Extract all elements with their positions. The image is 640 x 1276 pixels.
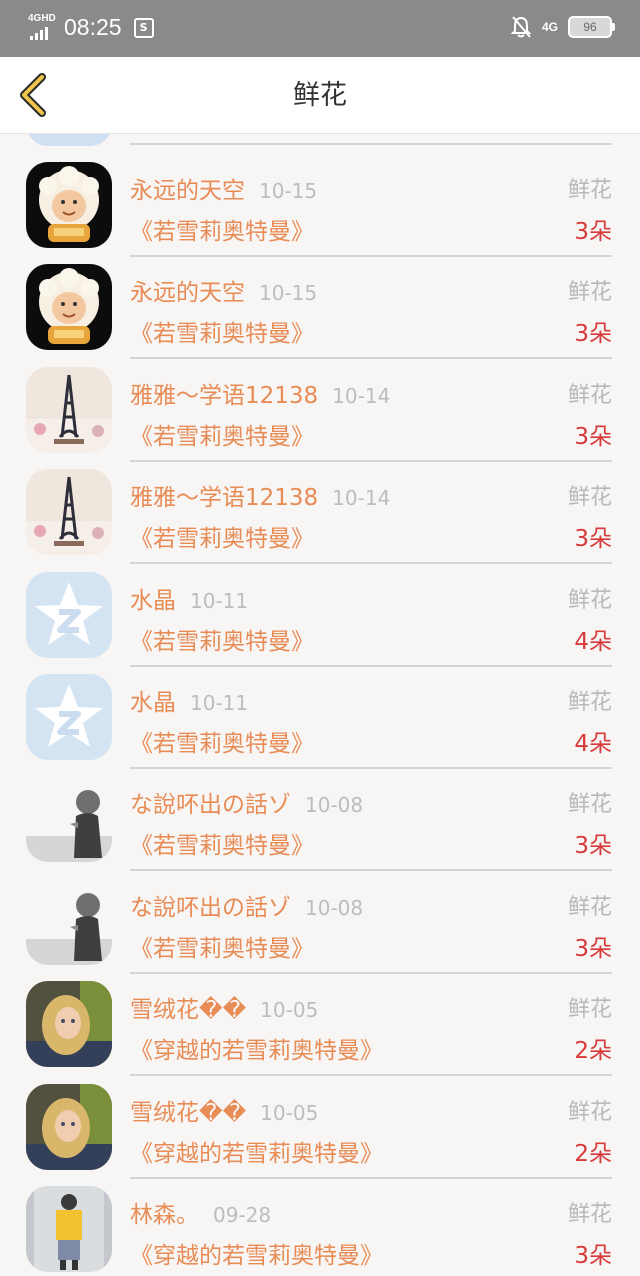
avatar[interactable]: [26, 878, 112, 965]
gift-date: 10-05: [260, 1100, 319, 1125]
gift-type-label: 鲜花: [567, 894, 612, 920]
gift-type-label: 鲜花: [567, 1099, 612, 1125]
network-type-label: 4GHD: [28, 12, 56, 24]
gift-type-label: 鲜花: [567, 997, 612, 1023]
avatar[interactable]: [26, 1083, 112, 1170]
sender-name: 永远的天空 10-15: [130, 280, 318, 307]
avatar[interactable]: [26, 469, 112, 556]
nav-bar: 鲜花: [0, 57, 640, 134]
gift-date: 10-14: [332, 486, 391, 511]
avatar[interactable]: [26, 776, 112, 863]
gift-date: 10-08: [305, 895, 364, 920]
gift-type-label: 鲜花: [567, 690, 612, 715]
battery-indicator: 96: [568, 16, 615, 38]
sender-name: 雪绒花�� 10-05: [130, 1099, 319, 1126]
gift-date: 10-14: [332, 383, 391, 408]
list-item[interactable]: 雅雅～学语12138 10-14 鲜花《若雪莉奥特曼》 3朵: [0, 351, 640, 462]
list-item[interactable]: 永远的天空 10-15 鲜花《若雪莉奥特曼》 3朵: [0, 146, 640, 257]
list-item[interactable]: 雅雅～学语12138 10-14 鲜花《若雪莉奥特曼》 3朵: [0, 453, 640, 565]
book-title-link[interactable]: 《若雪莉奥特曼》: [130, 826, 314, 860]
flower-count: 3朵: [574, 935, 612, 962]
list-item[interactable]: 永远的天空 10-15 鲜花《若雪莉奥特曼》 3朵: [0, 248, 640, 360]
flower-count: 4朵: [574, 628, 612, 655]
list-item[interactable]: な說吥出の話ゾ 10-08 鲜花《若雪莉奥特曼》 3朵: [0, 760, 640, 872]
avatar[interactable]: [26, 162, 112, 248]
gift-date: 10-08: [305, 793, 364, 818]
list-item[interactable]: 水晶 10-11 鲜花《若雪莉奥特曼》 4朵: [0, 658, 640, 769]
gift-type-label: 鲜花: [567, 485, 612, 511]
clock: 08:25: [64, 14, 122, 40]
book-title-link[interactable]: 《穿越的若雪莉奥特曼》: [130, 1031, 383, 1065]
gift-type-label: 鲜花: [567, 587, 612, 613]
flower-count: 3朵: [574, 526, 612, 553]
avatar[interactable]: [26, 264, 112, 351]
gift-date: 10-15: [259, 179, 318, 203]
list-item[interactable]: 雪绒花�� 10-05 鲜花《穿越的若雪莉奥特曼》 2朵: [0, 965, 640, 1077]
flower-count: 3朵: [574, 833, 612, 860]
flower-count: 2朵: [574, 1038, 612, 1065]
gift-date: 10-11: [190, 691, 249, 715]
book-title-link[interactable]: 《若雪莉奥特曼》: [130, 622, 314, 656]
avatar[interactable]: [26, 981, 112, 1068]
sender-name: 林森。 09-28: [130, 1202, 272, 1228]
list-item[interactable]: 雪绒花�� 10-05 鲜花《穿越的若雪莉奥特曼》 2朵: [0, 1068, 640, 1179]
sender-name: 雅雅～学语12138 10-14: [130, 485, 391, 512]
partial-list-item: [0, 134, 640, 146]
sender-name: 永远的天空 10-15: [130, 178, 318, 204]
book-title-link[interactable]: 《若雪莉奥特曼》: [130, 417, 314, 451]
avatar[interactable]: [26, 1186, 112, 1272]
flower-record-list[interactable]: 永远的天空 10-15 鲜花 《若雪莉奥特曼》 3朵 永远的天空 10-15 鲜花 《若雪莉奥特…: [0, 134, 640, 1276]
sender-name: 雅雅～学语12138 10-14: [130, 382, 391, 409]
gift-date: 10-15: [259, 281, 318, 306]
sender-name: 水晶 10-11: [130, 690, 249, 716]
gift-date: 10-11: [190, 588, 249, 613]
sender-name: な說吥出の話ゾ 10-08: [130, 792, 364, 819]
book-title-link[interactable]: 《穿越的若雪莉奥特曼》: [130, 1236, 383, 1270]
avatar[interactable]: [26, 366, 112, 453]
book-title-link[interactable]: 《若雪莉奥特曼》: [130, 724, 314, 758]
book-title-link[interactable]: 《若雪莉奥特曼》: [130, 519, 314, 553]
book-title-link[interactable]: 《若雪莉奥特曼》: [130, 929, 314, 963]
list-item[interactable]: 水晶 10-11 鲜花《若雪莉奥特曼》 4朵: [0, 556, 640, 667]
flower-count: 2朵: [574, 1140, 612, 1167]
flower-count: 3朵: [574, 1243, 612, 1269]
page-title: 鲜花: [293, 80, 347, 111]
avatar[interactable]: [26, 674, 112, 760]
status-bar: 4GHD 08:25 S 4G 96: [0, 0, 640, 57]
flower-count: 3朵: [574, 219, 612, 245]
list-item[interactable]: な說吥出の話ゾ 10-08 鲜花《若雪莉奥特曼》 3朵: [0, 863, 640, 974]
app-notification-icon: S: [133, 17, 154, 38]
gift-date: 09-28: [213, 1203, 272, 1227]
flower-count: 4朵: [574, 731, 612, 757]
gift-type-label: 鲜花: [567, 1202, 612, 1227]
book-title-link[interactable]: 《若雪莉奥特曼》: [130, 314, 314, 348]
gift-type-label: 鲜花: [567, 382, 612, 408]
book-title-link[interactable]: 《穿越的若雪莉奥特曼》: [130, 1134, 383, 1168]
book-title-link[interactable]: 《若雪莉奥特曼》: [130, 212, 314, 246]
list-item[interactable]: 林森。 09-28 鲜花《穿越的若雪莉奥特曼》 3朵: [0, 1170, 640, 1272]
gift-date: 10-05: [260, 998, 319, 1023]
flower-count: 3朵: [574, 423, 612, 450]
signal-icon: 4GHD: [28, 12, 56, 41]
gift-type-label: 鲜花: [567, 280, 612, 306]
avatar[interactable]: [26, 571, 112, 658]
network-4g-label: 4G: [541, 20, 558, 34]
flower-count: 3朵: [574, 321, 612, 348]
sender-name: 雪绒花�� 10-05: [130, 997, 319, 1024]
sender-name: な說吥出の話ゾ 10-08: [130, 894, 364, 921]
gift-type-label: 鲜花: [567, 178, 612, 203]
sender-name: 水晶 10-11: [130, 587, 249, 614]
gift-type-label: 鲜花: [567, 792, 612, 818]
bell-off-icon: [510, 16, 532, 38]
